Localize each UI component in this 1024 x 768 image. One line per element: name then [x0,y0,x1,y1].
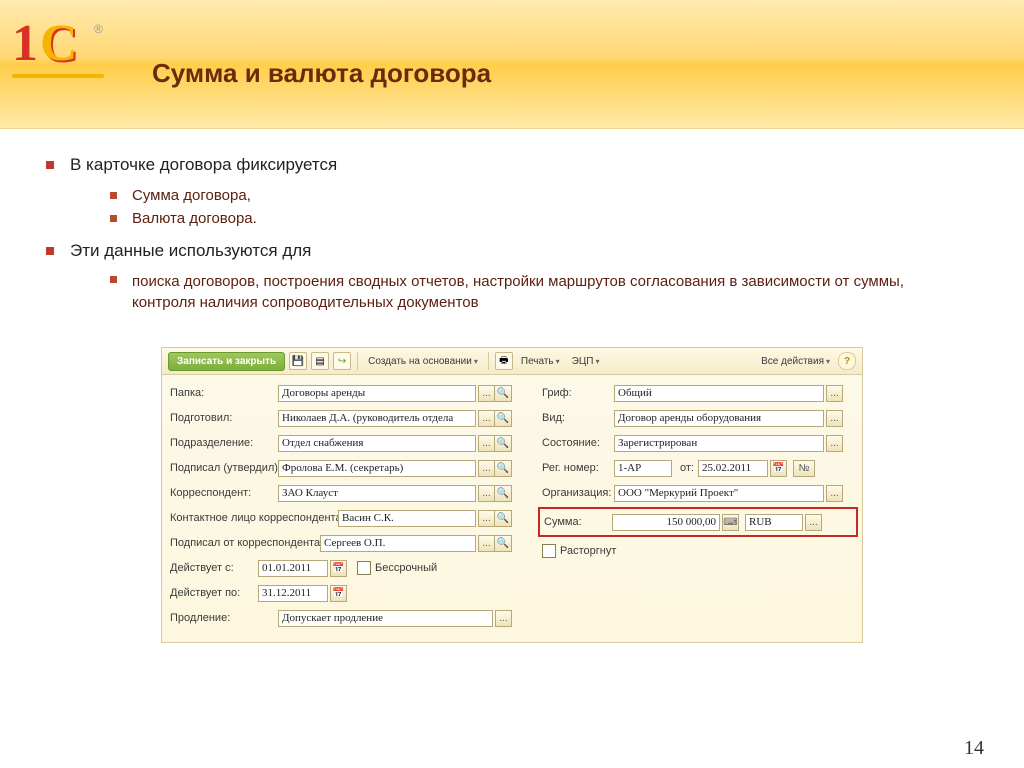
field-contact[interactable]: Васин С.К. [338,510,476,527]
search-icon[interactable]: 🔍 [495,460,512,477]
field-signed-from[interactable]: Сергеев О.П. [320,535,476,552]
logo-1c: 1C® [12,18,100,88]
lookup-icon[interactable]: ... [478,410,495,427]
lookup-icon[interactable]: ... [826,385,843,402]
lookup-icon[interactable]: ... [478,385,495,402]
label-signed: Подписал (утвердил): [170,462,278,474]
lookup-icon[interactable]: ... [478,485,495,502]
slide-content: В карточке договора фиксируется Сумма до… [0,129,1024,643]
lookup-icon[interactable]: ... [478,535,495,552]
bullet-sub-3: поиска договоров, построения сводных отч… [110,271,912,313]
all-actions-menu[interactable]: Все действия [757,356,834,367]
calendar-icon[interactable]: 📅 [330,560,347,577]
toolbar: Записать и закрыть 💾 ▤ ↪ Создать на осно… [162,348,862,375]
save-icon[interactable]: 💾 [289,352,307,370]
label-valid-from: Действует с: [170,562,258,574]
field-folder[interactable]: Договоры аренды [278,385,476,402]
field-valid-from[interactable]: 01.01.2011 [258,560,328,577]
save-close-button[interactable]: Записать и закрыть [168,352,285,371]
field-correspondent[interactable]: ЗАО Клауст [278,485,476,502]
label-terminated: Расторгнут [560,545,616,557]
print-icon[interactable]: 🖶 [495,352,513,370]
label-contact: Контактное лицо корреспондента: [170,512,338,524]
label-state: Состояние: [542,437,614,449]
create-on-basis-menu[interactable]: Создать на основании [364,356,482,367]
lookup-icon[interactable]: ... [826,485,843,502]
field-grif[interactable]: Общий [614,385,824,402]
highlight-sum: Сумма: 150 000,00 ⌨ RUB ... [538,507,858,537]
label-folder: Папка: [170,387,278,399]
label-from: от: [680,462,694,474]
field-regno[interactable]: 1-АР [614,460,672,477]
field-department[interactable]: Отдел снабжения [278,435,476,452]
form-window: Записать и закрыть 💾 ▤ ↪ Создать на осно… [161,347,863,643]
slide-title: Сумма и валюта договора [152,58,491,89]
label-prepared: Подготовил: [170,412,278,424]
field-sum[interactable]: 150 000,00 [612,514,720,531]
number-button[interactable]: № [793,460,815,477]
calendar-icon[interactable]: 📅 [330,585,347,602]
label-org: Организация: [542,487,614,499]
bullet-sub-1: Сумма договора, [110,187,978,204]
bullet-top-1: В карточке договора фиксируется [46,155,978,175]
label-renewal: Продление: [170,612,278,624]
search-icon[interactable]: 🔍 [495,435,512,452]
lookup-icon[interactable]: ... [478,460,495,477]
bullet-sub-2: Валюта договора. [110,210,978,227]
search-icon[interactable]: 🔍 [495,510,512,527]
checkbox-perpetual[interactable] [357,561,371,575]
field-currency[interactable]: RUB [745,514,803,531]
field-org[interactable]: ООО "Меркурий Проект" [614,485,824,502]
field-kind[interactable]: Договор аренды оборудования [614,410,824,427]
bullet-top-2: Эти данные используются для [46,241,978,261]
slide-header: 1C® Сумма и валюта договора [0,0,1024,129]
label-regno: Рег. номер: [542,462,614,474]
print-menu[interactable]: Печать [517,356,564,367]
lookup-icon[interactable]: ... [805,514,822,531]
eds-menu[interactable]: ЭЦП [568,356,604,367]
field-regdate[interactable]: 25.02.2011 [698,460,768,477]
calc-icon[interactable]: ⌨ [722,514,739,531]
field-renewal[interactable]: Допускает продление [278,610,493,627]
field-valid-to[interactable]: 31.12.2011 [258,585,328,602]
field-state[interactable]: Зарегистрирован [614,435,824,452]
list-icon[interactable]: ▤ [311,352,329,370]
label-valid-to: Действует по: [170,587,258,599]
arrow-icon[interactable]: ↪ [333,352,351,370]
search-icon[interactable]: 🔍 [495,485,512,502]
lookup-icon[interactable]: ... [826,410,843,427]
page-number: 14 [964,737,984,760]
lookup-icon[interactable]: ... [826,435,843,452]
label-department: Подразделение: [170,437,278,449]
lookup-icon[interactable]: ... [495,610,512,627]
label-correspondent: Корреспондент: [170,487,278,499]
calendar-icon[interactable]: 📅 [770,460,787,477]
search-icon[interactable]: 🔍 [495,385,512,402]
lookup-icon[interactable]: ... [478,435,495,452]
label-kind: Вид: [542,412,614,424]
label-perpetual: Бессрочный [375,562,437,574]
label-grif: Гриф: [542,387,614,399]
search-icon[interactable]: 🔍 [495,410,512,427]
help-icon[interactable]: ? [838,352,856,370]
label-signed-from: Подписал от корреспондента: [170,537,320,549]
search-icon[interactable]: 🔍 [495,535,512,552]
checkbox-terminated[interactable] [542,544,556,558]
label-sum: Сумма: [544,516,612,528]
field-prepared[interactable]: Николаев Д.А. (руководитель отдела [278,410,476,427]
field-signed[interactable]: Фролова Е.М. (секретарь) [278,460,476,477]
lookup-icon[interactable]: ... [478,510,495,527]
